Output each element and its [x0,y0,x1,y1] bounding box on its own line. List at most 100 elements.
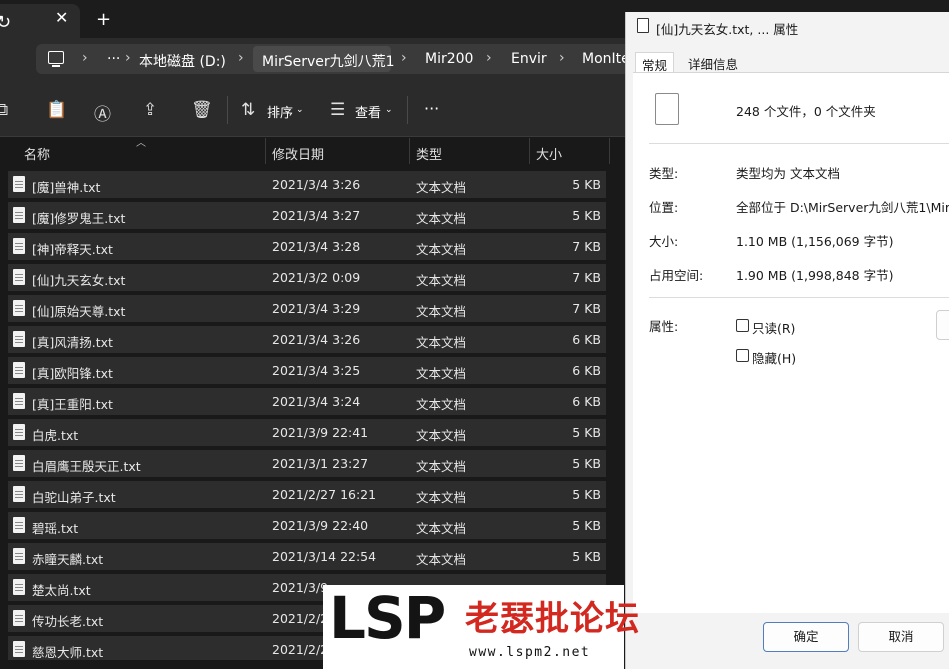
column-header-name[interactable]: 名称 [24,144,50,163]
text-file-icon [13,176,25,192]
more-crumbs-icon[interactable]: ··· [107,51,120,67]
text-file-icon [13,269,25,285]
file-name: [仙]九天玄女.txt [32,273,126,288]
text-file-icon [13,300,25,316]
location-value: 全部位于 D:\MirServer九剑八荒1\Mir2 [736,200,949,215]
table-row[interactable]: [仙]九天玄女.txt 2021/3/2 0:09 文本文档 7 KB [8,264,606,291]
sort-icon[interactable]: ⇅ [241,100,255,120]
table-row[interactable]: [神]帝释天.txt 2021/3/4 3:28 文本文档 7 KB [8,233,606,260]
text-file-icon [13,641,25,657]
file-date: 2021/3/4 3:26 [272,177,361,192]
toolbar-divider [407,96,408,124]
text-file-icon [13,610,25,626]
file-type: 文本文档 [416,180,467,195]
refresh-icon[interactable]: ↻ [0,12,11,33]
more-options-button[interactable]: ··· [424,99,439,118]
file-date: 2021/3/4 3:29 [272,301,361,316]
ok-button[interactable]: 确定 [763,622,849,652]
file-size: 6 KB [572,363,601,378]
this-pc-icon[interactable] [48,51,64,67]
column-divider[interactable] [609,138,610,164]
file-type: 文本文档 [416,428,467,443]
readonly-checkbox[interactable] [736,319,749,332]
breadcrumb-envir[interactable]: Envir [511,51,547,67]
table-row[interactable]: 赤瞳天麟.txt 2021/3/14 22:54 文本文档 5 KB [8,543,606,570]
column-divider[interactable] [409,138,410,164]
view-button[interactable]: 查看 [355,102,381,121]
file-date: 2021/3/14 22:54 [272,549,377,564]
new-tab-icon[interactable]: + [96,9,111,30]
file-name: [仙]原始天尊.txt [32,304,126,319]
file-name: [真]欧阳锋.txt [32,366,113,381]
chevron-right-icon[interactable]: › [401,50,407,66]
column-header-size[interactable]: 大小 [536,144,562,163]
chevron-down-icon[interactable]: ⌄ [296,105,304,115]
advanced-button[interactable] [936,310,949,340]
cancel-button[interactable]: 取消 [858,622,944,652]
table-row[interactable]: [魔]兽神.txt 2021/3/4 3:26 文本文档 5 KB [8,171,606,198]
table-row[interactable]: [真]风清扬.txt 2021/3/4 3:26 文本文档 6 KB [8,326,606,353]
chevron-right-icon[interactable]: › [559,50,565,66]
share-icon[interactable]: ⇪ [143,100,157,120]
file-size: 7 KB [572,301,601,316]
file-name: 传功长老.txt [32,614,104,629]
column-divider[interactable] [265,138,266,164]
size-on-disk-value: 1.90 MB (1,998,848 字节) [736,268,894,283]
sort-button[interactable]: 排序 [267,102,293,121]
view-icon[interactable]: ☰ [330,100,345,120]
toolbar-divider [227,96,228,124]
file-date: 2021/3/9 22:40 [272,518,369,533]
size-value: 1.10 MB (1,156,069 字节) [736,234,894,249]
file-type: 文本文档 [416,397,467,412]
hidden-checkbox[interactable] [736,349,749,362]
table-row[interactable]: 白驼山弟子.txt 2021/2/27 16:21 文本文档 5 KB [8,481,606,508]
table-row[interactable]: [真]欧阳锋.txt 2021/3/4 3:25 文本文档 6 KB [8,357,606,384]
hidden-label[interactable]: 隐藏(H) [752,348,796,367]
dialog-title: [仙]九天玄女.txt, ... 属性 [656,22,799,37]
file-type: 文本文档 [416,304,467,319]
divider [649,297,949,298]
rename-icon[interactable]: Ⓐ [94,100,111,125]
breadcrumb-drive[interactable]: 本地磁盘 (D:) [139,51,226,71]
chevron-right-icon[interactable]: › [82,50,88,66]
readonly-label[interactable]: 只读(R) [752,318,795,337]
file-name: 赤瞳天麟.txt [32,552,104,567]
file-name: 楚太尚.txt [32,583,91,598]
chevron-right-icon[interactable]: › [125,50,131,66]
table-row[interactable]: [真]王重阳.txt 2021/3/4 3:24 文本文档 6 KB [8,388,606,415]
file-type: 文本文档 [416,521,467,536]
breadcrumb-server[interactable]: MirServer九剑八荒1 [262,51,395,71]
file-date: 2021/2/2 [272,642,329,657]
files-icon [637,18,649,33]
breadcrumb-mir200[interactable]: Mir200 [425,51,473,67]
table-row[interactable]: 白眉鹰王殷天正.txt 2021/3/1 23:27 文本文档 5 KB [8,450,606,477]
delete-icon[interactable]: 🗑 [191,100,213,120]
watermark-site-name: 老瑟批论坛 [465,599,640,639]
column-header-type[interactable]: 类型 [416,144,442,163]
file-type: 文本文档 [416,335,467,350]
chevron-right-icon[interactable]: › [486,50,492,66]
file-type: 文本文档 [416,211,467,226]
breadcrumb-monitems[interactable]: MonIte [582,51,630,67]
close-tab-icon[interactable]: ✕ [55,8,68,27]
table-row[interactable]: 白虎.txt 2021/3/9 22:41 文本文档 5 KB [8,419,606,446]
chevron-right-icon[interactable]: › [238,50,244,66]
table-row[interactable]: 碧瑶.txt 2021/3/9 22:40 文本文档 5 KB [8,512,606,539]
column-header-date[interactable]: 修改日期 [272,144,324,163]
type-label: 类型: [649,166,679,181]
column-divider[interactable] [529,138,530,164]
file-name: 碧瑶.txt [32,521,79,536]
table-row[interactable]: [魔]修罗鬼王.txt 2021/3/4 3:27 文本文档 5 KB [8,202,606,229]
file-size: 5 KB [572,456,601,471]
file-size: 5 KB [572,518,601,533]
location-label: 位置: [649,200,679,215]
file-size: 7 KB [572,270,601,285]
file-name: [魔]兽神.txt [32,180,101,195]
chevron-down-icon[interactable]: ⌄ [385,105,393,115]
file-name: [魔]修罗鬼王.txt [32,211,126,226]
table-row[interactable]: [仙]原始天尊.txt 2021/3/4 3:29 文本文档 7 KB [8,295,606,322]
copy-icon[interactable]: ⧉ [0,100,8,120]
file-date: 2021/3/4 3:28 [272,239,361,254]
paste-icon[interactable]: 📋 [46,100,67,120]
watermark: LSP 老瑟批论坛 www.lspm2.net [323,585,639,669]
